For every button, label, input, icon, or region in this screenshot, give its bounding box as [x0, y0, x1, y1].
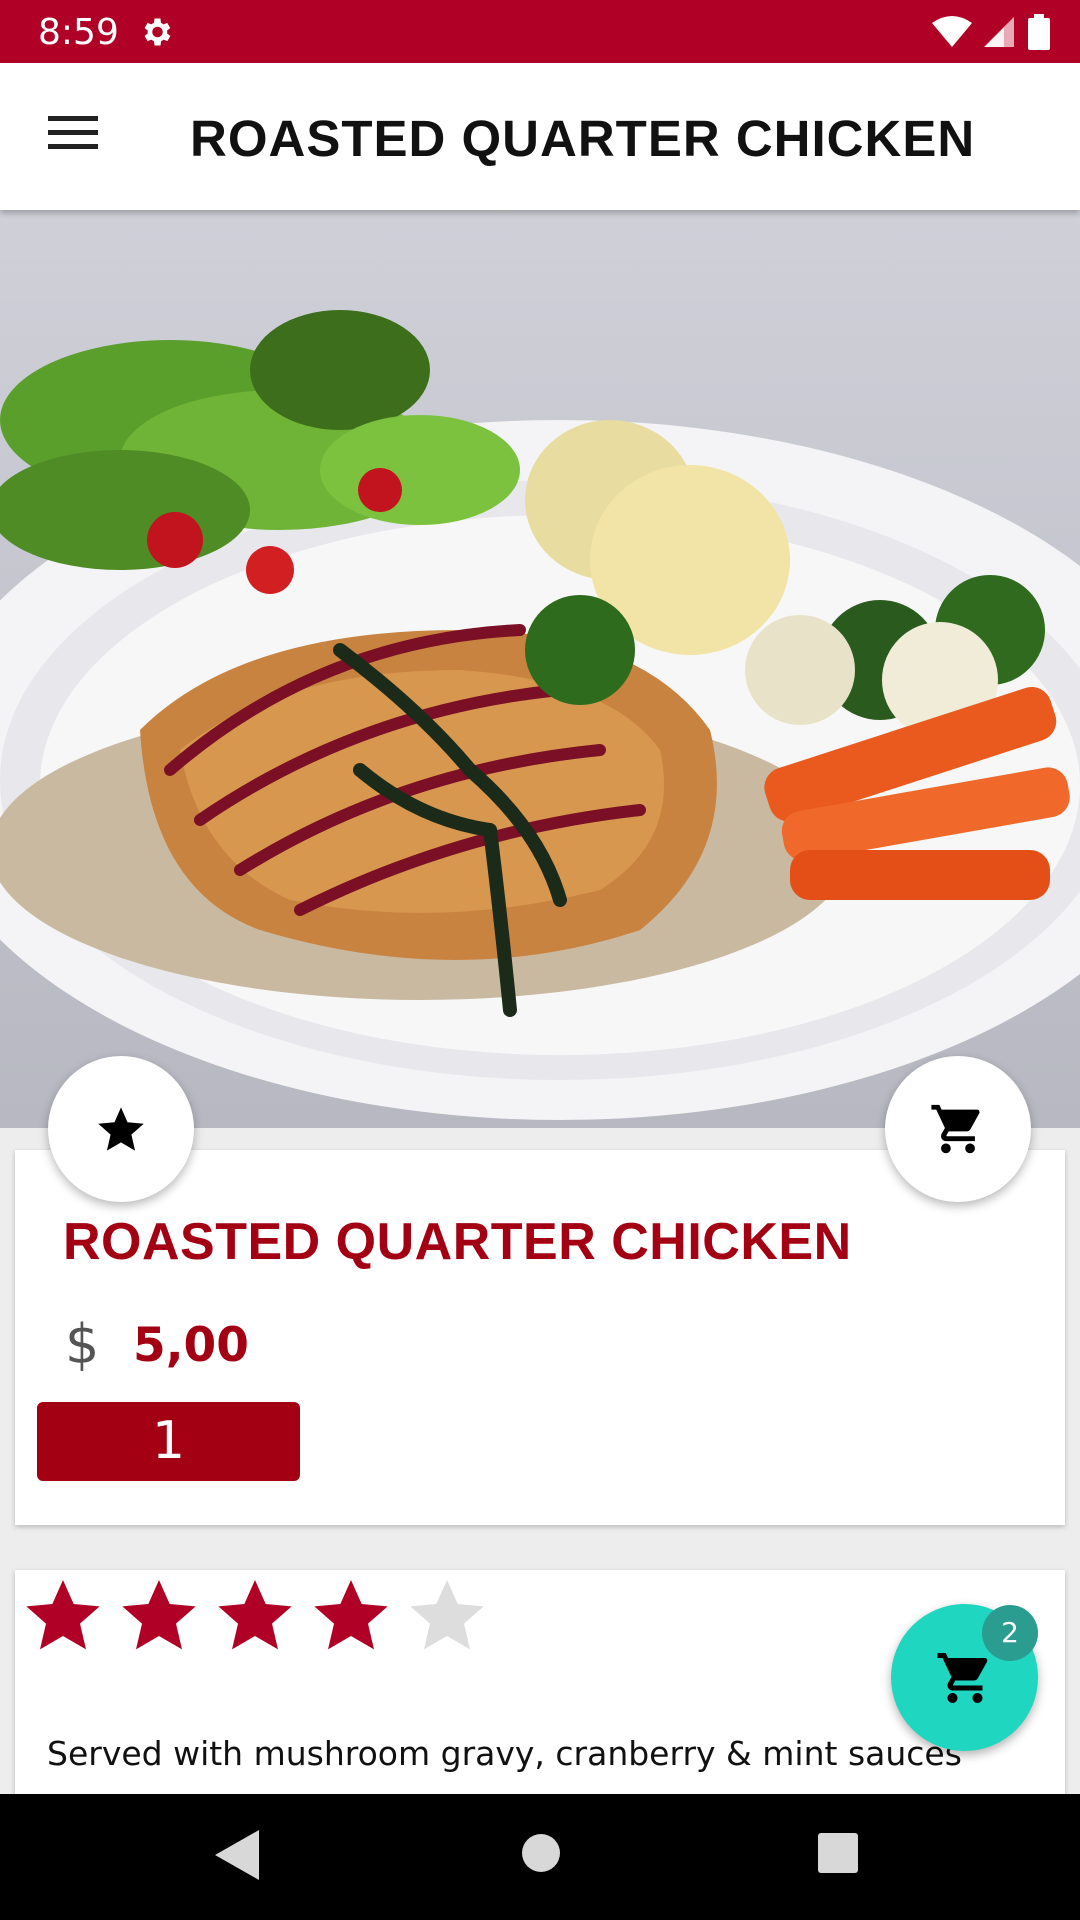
star-filled-icon[interactable]: [23, 1575, 103, 1655]
battery-icon: [1028, 14, 1050, 50]
rating-stars: [23, 1575, 487, 1655]
signal-icon: [984, 17, 1014, 47]
hamburger-menu-button[interactable]: [40, 107, 106, 167]
dish-illustration: [0, 310, 1080, 1120]
currency-symbol: $: [65, 1313, 100, 1376]
hamburger-line: [48, 144, 98, 149]
dish-title: ROASTED QUARTER CHICKEN: [63, 1213, 852, 1271]
star-icon: [98, 1107, 144, 1151]
gear-icon: [144, 18, 171, 46]
star-empty-icon[interactable]: [407, 1575, 487, 1655]
add-to-cart-button[interactable]: [885, 1056, 1031, 1202]
cart-icon: [931, 1104, 980, 1154]
star-filled-icon[interactable]: [119, 1575, 199, 1655]
quantity-button[interactable]: 1: [37, 1402, 300, 1481]
hamburger-icon: [48, 116, 98, 121]
status-time: 8:59: [38, 12, 119, 53]
wifi-icon: [932, 16, 972, 47]
page-title: ROASTED QUARTER CHICKEN: [190, 110, 976, 167]
back-icon[interactable]: [215, 1830, 259, 1880]
dish-description: Served with mushroom gravy, cranberry & …: [47, 1734, 962, 1773]
star-filled-icon[interactable]: [311, 1575, 391, 1655]
status-icons: [932, 14, 1050, 50]
app-bar: ROASTED QUARTER CHICKEN: [0, 63, 1080, 210]
cart-icon: [937, 1652, 987, 1703]
star-filled-icon[interactable]: [215, 1575, 295, 1655]
system-nav-bar: [0, 1794, 1080, 1920]
product-card: ROASTED QUARTER CHICKEN $ 5,00 1: [15, 1150, 1065, 1525]
price: 5,00: [133, 1318, 249, 1373]
status-bar: 8:59: [0, 0, 1080, 63]
home-icon[interactable]: [520, 1832, 562, 1874]
hamburger-line: [48, 130, 98, 135]
cart-count-badge: 2: [982, 1605, 1038, 1661]
recents-icon[interactable]: [817, 1832, 859, 1874]
favorite-button[interactable]: [48, 1056, 194, 1202]
dish-photo: [0, 210, 1080, 1128]
